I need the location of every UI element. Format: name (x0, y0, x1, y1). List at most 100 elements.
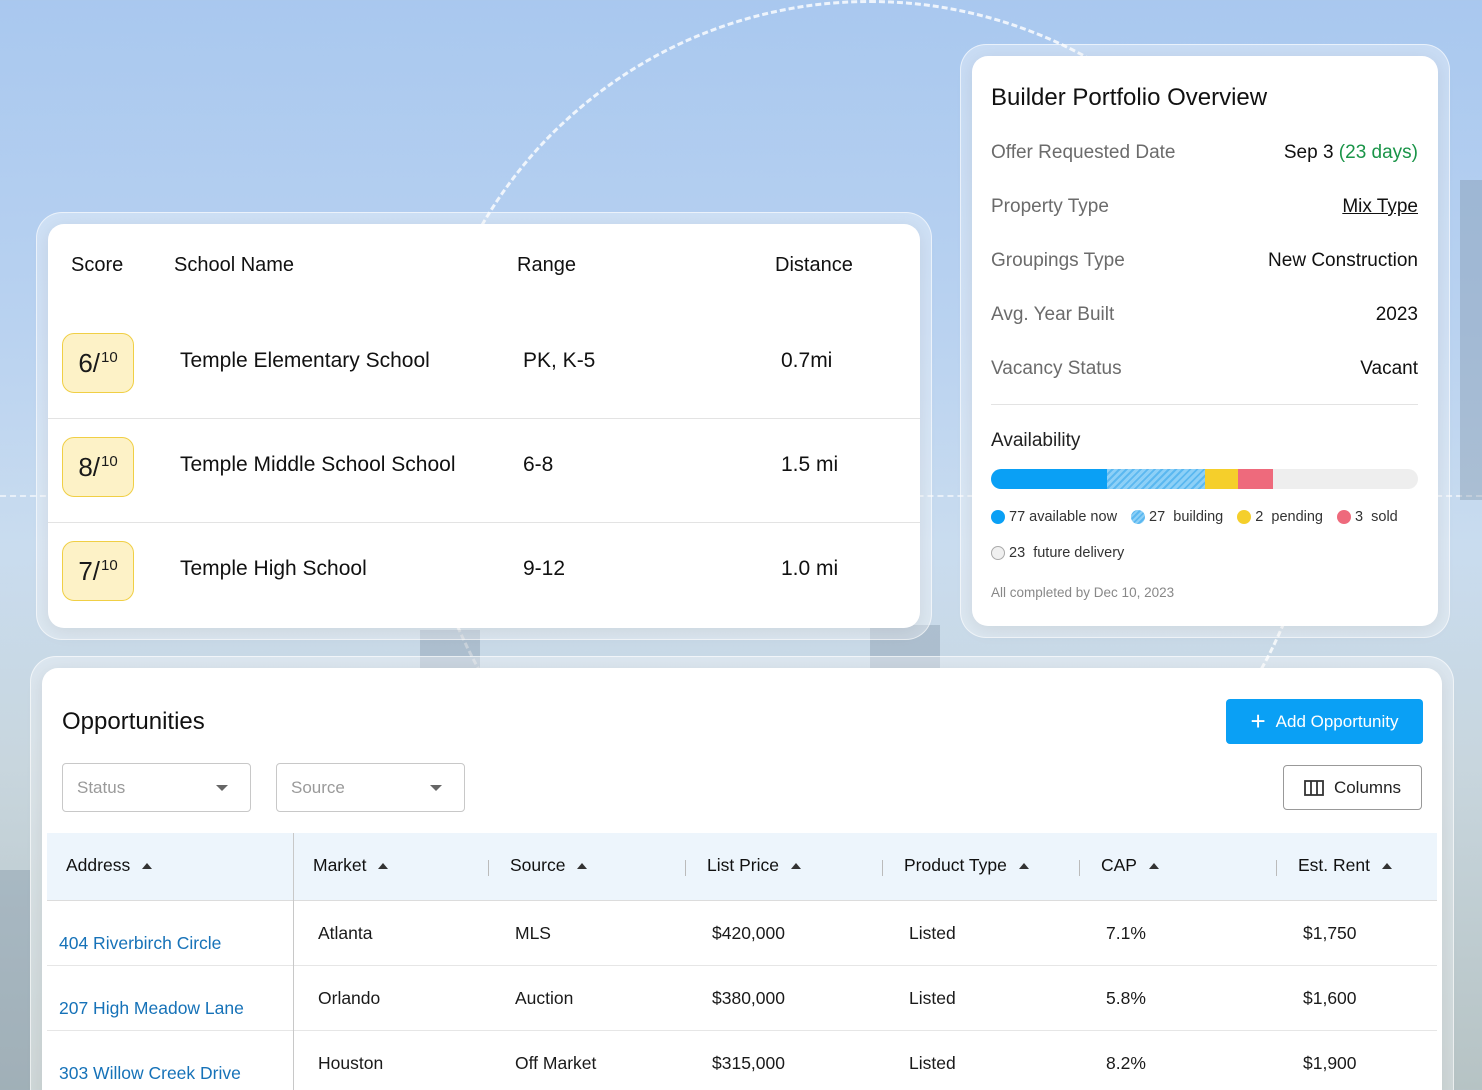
legend-sold: 3 sold (1337, 509, 1398, 525)
header-distance: Distance (775, 254, 853, 276)
score-badge: 7/10 (62, 541, 134, 601)
address-link[interactable]: 303 Willow Creek Drive (59, 1063, 241, 1084)
chevron-down-icon (430, 785, 442, 791)
sort-asc-icon (142, 862, 153, 869)
source-cell: MLS (515, 923, 551, 943)
groupings-type-row: Groupings Type New Construction (991, 250, 1418, 280)
sort-asc-icon (1018, 862, 1029, 869)
header-school-name: School Name (174, 254, 295, 276)
table-header: Address Market Source List Price Product… (47, 833, 1437, 901)
portfolio-title: Builder Portfolio Overview (991, 84, 1268, 111)
school-distance: 1.0 mi (781, 557, 839, 580)
availability-legend-future: 23 future delivery (991, 545, 1134, 561)
sort-asc-icon (378, 862, 389, 869)
market-cell: Houston (318, 1053, 384, 1073)
availability-bar (991, 469, 1418, 489)
availability-legend: 77 available now 27 building 2 pending 3… (991, 509, 1408, 525)
columns-button[interactable]: Columns (1283, 765, 1422, 810)
column-header-market[interactable]: Market (313, 855, 389, 876)
property-type-row: Property Type Mix Type (991, 196, 1418, 226)
offer-date-row: Offer Requested Date Sep 3 (23 days) (991, 142, 1418, 172)
column-header-est-rent[interactable]: Est. Rent (1298, 855, 1392, 876)
opportunities-card: Opportunities + Add Opportunity Status S… (42, 668, 1442, 1090)
portfolio-overview-card: Builder Portfolio Overview Offer Request… (972, 56, 1438, 626)
pending-dot-icon (1237, 510, 1252, 524)
opportunities-title: Opportunities (62, 708, 205, 735)
column-header-source[interactable]: Source (510, 855, 588, 876)
building-dot-icon (1131, 510, 1146, 524)
bar-segment-available (991, 469, 1108, 489)
divider (991, 404, 1418, 405)
header-score: Score (71, 254, 124, 276)
add-opportunity-button[interactable]: + Add Opportunity (1226, 699, 1423, 744)
availability-title: Availability (991, 430, 1081, 451)
status-placeholder: Status (77, 778, 126, 797)
table-row[interactable]: 303 Willow Creek Drive Houston Off Marke… (47, 1031, 1437, 1090)
cap-cell: 5.8% (1106, 988, 1146, 1008)
rent-cell: $1,750 (1303, 923, 1357, 943)
score-badge: 8/10 (62, 437, 134, 497)
column-header-address[interactable]: Address (66, 855, 153, 876)
source-placeholder: Source (291, 778, 345, 797)
table-row[interactable]: 404 Riverbirch Circle Atlanta MLS $420,0… (47, 901, 1437, 966)
source-cell: Off Market (515, 1053, 597, 1073)
building-silhouette (1460, 180, 1482, 500)
rent-cell: $1,900 (1303, 1053, 1357, 1073)
table-row[interactable]: 207 High Meadow Lane Orlando Auction $38… (47, 966, 1437, 1031)
legend-pending: 2 pending (1237, 509, 1323, 525)
column-separator[interactable] (1276, 860, 1277, 876)
column-header-cap[interactable]: CAP (1101, 855, 1159, 876)
school-distance: 1.5 mi (781, 453, 839, 476)
offer-date-value: Sep 3 (23 days) (1283, 142, 1418, 163)
column-separator[interactable] (488, 860, 489, 876)
legend-available: 77 available now (991, 509, 1117, 525)
column-separator[interactable] (882, 860, 883, 876)
sold-dot-icon (1337, 510, 1351, 524)
future-dot-icon (991, 546, 1005, 560)
column-header-product-type[interactable]: Product Type (904, 855, 1029, 876)
product-type-cell: Listed (909, 923, 956, 943)
source-select[interactable]: Source (276, 763, 465, 812)
price-cell: $420,000 (712, 923, 785, 943)
score-badge: 6/10 (62, 333, 134, 393)
property-type-label: Property Type (991, 196, 1109, 217)
column-separator[interactable] (685, 860, 686, 876)
days-remaining: (23 days) (1338, 142, 1418, 163)
column-separator[interactable] (1079, 860, 1080, 876)
price-cell: $380,000 (712, 988, 785, 1008)
avg-year-value: 2023 (1375, 304, 1418, 325)
property-type-link[interactable]: Mix Type (1342, 196, 1418, 218)
status-select[interactable]: Status (62, 763, 251, 812)
column-header-list-price[interactable]: List Price (707, 855, 801, 876)
plus-icon: + (1250, 705, 1266, 736)
market-cell: Orlando (318, 988, 381, 1008)
sort-asc-icon (577, 862, 588, 869)
avg-year-label: Avg. Year Built (991, 304, 1115, 325)
address-link[interactable]: 404 Riverbirch Circle (59, 933, 221, 954)
avg-year-row: Avg. Year Built 2023 (991, 304, 1418, 334)
vacancy-row: Vacancy Status Vacant (991, 358, 1418, 388)
vacancy-label: Vacancy Status (991, 358, 1122, 379)
sort-asc-icon (1381, 862, 1392, 869)
rent-cell: $1,600 (1303, 988, 1357, 1008)
chevron-down-icon (216, 785, 228, 791)
price-cell: $315,000 (712, 1053, 785, 1073)
school-row: 7/10 Temple High School 9-12 1.0 mi (48, 523, 920, 627)
school-row: 6/10 Temple Elementary School PK, K-5 0.… (48, 315, 920, 419)
bar-segment-building (1107, 469, 1205, 489)
school-range: 6-8 (523, 453, 554, 476)
bar-segment-sold (1237, 469, 1273, 489)
bar-segment-pending (1204, 469, 1238, 489)
building-silhouette (0, 870, 30, 1090)
add-opportunity-label: Add Opportunity (1275, 711, 1399, 731)
groupings-type-value: New Construction (1268, 250, 1418, 271)
school-name: Temple High School (180, 557, 367, 580)
address-link[interactable]: 207 High Meadow Lane (59, 998, 244, 1019)
sort-asc-icon (1148, 862, 1159, 869)
completion-note: All completed by Dec 10, 2023 (991, 585, 1175, 600)
school-distance: 0.7mi (781, 349, 833, 372)
sort-asc-icon (790, 862, 801, 869)
columns-icon (1304, 779, 1324, 796)
address-column-divider (293, 833, 294, 1090)
columns-label: Columns (1333, 777, 1402, 797)
